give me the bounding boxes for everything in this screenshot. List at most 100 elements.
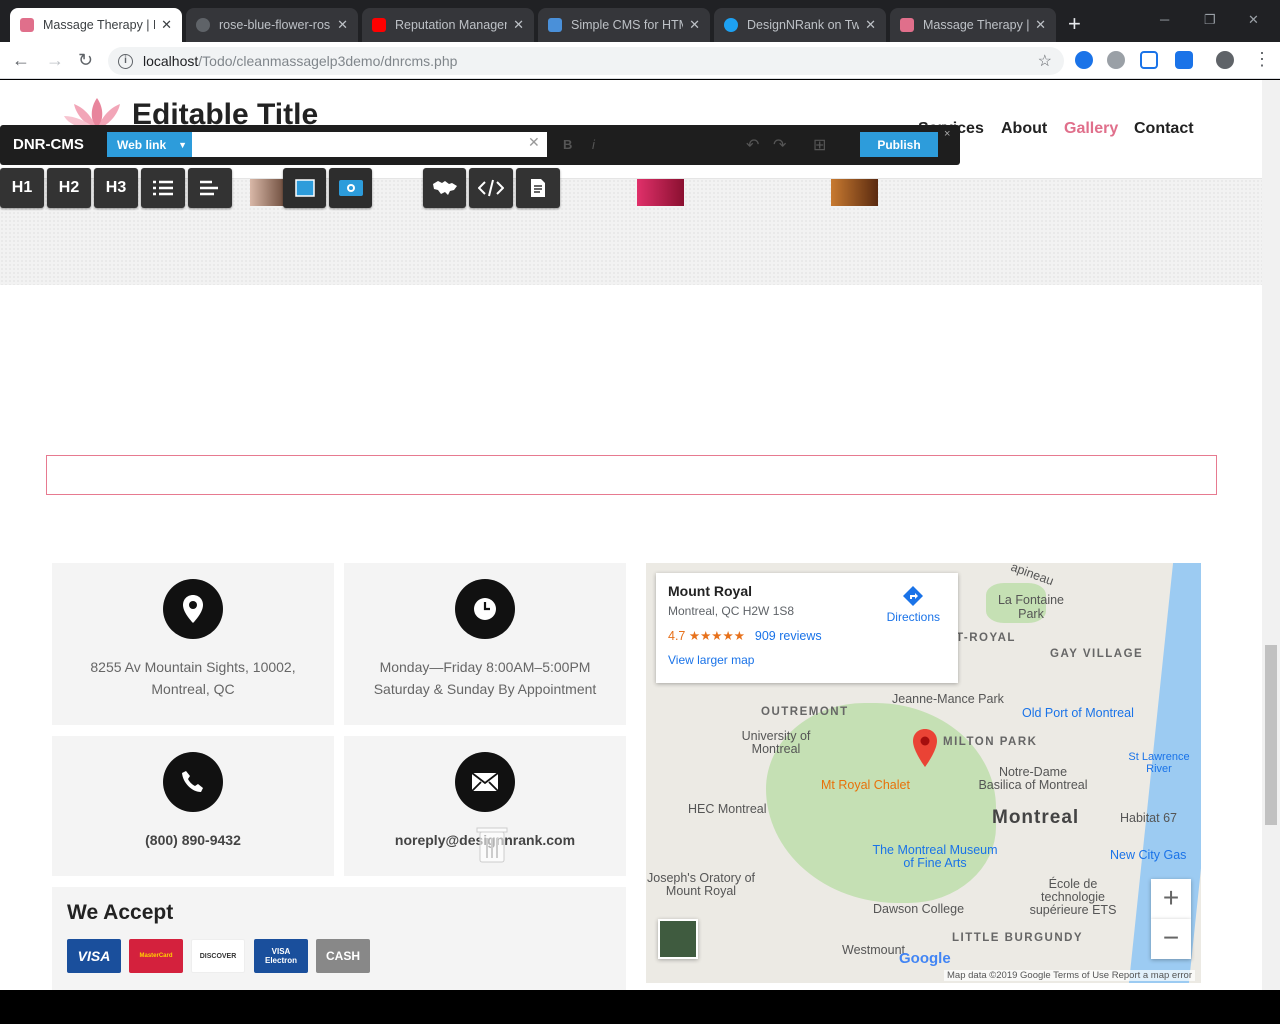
- gallery-thumbnail[interactable]: [637, 179, 684, 206]
- bookmark-star-icon[interactable]: ☆: [1038, 51, 1052, 71]
- browser-toolbar: ← → ↻ i localhost/Todo/cleanmassagelp3de…: [0, 42, 1280, 79]
- code-icon: [478, 179, 504, 197]
- link-type-dropdown[interactable]: Web link ▼: [107, 132, 192, 157]
- video-button[interactable]: [329, 168, 372, 208]
- h3-button[interactable]: H3: [94, 168, 138, 208]
- map-label-royal: T-ROYAL: [956, 632, 1016, 644]
- tab-reputation-manager[interactable]: Reputation Manager ✕: [362, 8, 534, 42]
- map-label-outremont: OUTREMONT: [761, 706, 849, 718]
- nav-gallery[interactable]: Gallery: [1064, 120, 1118, 138]
- map-attribution: Map data ©2019 Google Terms of Use Repor…: [944, 970, 1195, 981]
- sitemap-icon[interactable]: ⊞: [813, 135, 826, 155]
- address-line-1: 8255 Av Mountain Sights, 10002,: [90, 659, 296, 675]
- map-label-milton-park: MILTON PARK: [943, 736, 1038, 748]
- h1-button[interactable]: H1: [0, 168, 44, 208]
- map-reviews-link[interactable]: 909 reviews: [755, 629, 822, 643]
- close-tab-icon[interactable]: ✕: [865, 17, 876, 33]
- phone-icon: [163, 752, 223, 812]
- restore-icon[interactable]: ❐: [1204, 12, 1216, 28]
- gallery-thumbnail[interactable]: [831, 179, 878, 206]
- gallery-thumbnail[interactable]: [250, 179, 286, 206]
- info-icon[interactable]: i: [118, 53, 133, 69]
- undo-icon[interactable]: ↶: [746, 135, 759, 155]
- map-label-gay-village: GAY VILLAGE: [1050, 648, 1144, 660]
- reload-icon[interactable]: ↻: [78, 50, 93, 71]
- phone-number[interactable]: (800) 890-9432: [52, 829, 334, 851]
- page-scrollbar-track[interactable]: [1262, 80, 1280, 990]
- tab-massage-therapy-2[interactable]: Massage Therapy | F ✕: [890, 8, 1056, 42]
- map-label-jeanne-mance: Jeanne-Mance Park: [892, 692, 1004, 706]
- extension-icon[interactable]: [1107, 51, 1125, 69]
- tab-title: DesignNRank on Twi: [747, 18, 860, 32]
- clear-input-icon[interactable]: ✕: [528, 134, 540, 151]
- map-label-ets: École de technologie supérieure ETS: [1029, 877, 1117, 917]
- tab-rose-flower[interactable]: rose-blue-flower-ros ✕: [186, 8, 358, 42]
- map-label-hec: HEC Montreal: [688, 802, 767, 816]
- document-button[interactable]: [516, 168, 560, 208]
- tab-massage-therapy[interactable]: Massage Therapy | F ✕: [10, 8, 182, 42]
- link-type-label: Web link: [117, 137, 167, 152]
- nav-contact[interactable]: Contact: [1134, 120, 1194, 138]
- window-close-icon[interactable]: ✕: [1248, 12, 1259, 28]
- map-zoom-in-button[interactable]: +: [1151, 879, 1191, 919]
- page-scrollbar-thumb[interactable]: [1265, 645, 1277, 825]
- publish-button[interactable]: Publish: [860, 132, 938, 157]
- taskbar-area: [0, 990, 1280, 1024]
- link-url-input[interactable]: [192, 132, 547, 157]
- image-icon: [294, 179, 315, 197]
- map-button[interactable]: [423, 168, 466, 208]
- redo-icon[interactable]: ↷: [773, 135, 786, 155]
- code-button[interactable]: [469, 168, 513, 208]
- editable-drop-zone[interactable]: [46, 455, 1217, 495]
- extension-icon[interactable]: [1075, 51, 1093, 69]
- tab-designnrank-twitter[interactable]: DesignNRank on Twi ✕: [714, 8, 886, 42]
- tab-title: rose-blue-flower-ros: [219, 18, 331, 32]
- align-left-icon: [200, 180, 218, 196]
- map-rating-value: 4.7: [668, 629, 686, 643]
- map-label-museum: The Montreal Museum of Fine Arts: [872, 843, 998, 870]
- tab-title: Simple CMS for HTM: [571, 18, 684, 32]
- minimize-icon[interactable]: ─: [1160, 12, 1169, 27]
- map-marker-icon: [913, 729, 937, 767]
- view-larger-map-link[interactable]: View larger map: [668, 653, 946, 667]
- menu-kebab-icon[interactable]: ⋮: [1253, 49, 1271, 70]
- extension-icon[interactable]: [1140, 51, 1158, 69]
- bold-button[interactable]: B: [563, 137, 572, 152]
- flower-favicon-icon: [20, 18, 34, 32]
- tab-simple-cms[interactable]: Simple CMS for HTM ✕: [538, 8, 710, 42]
- email-card: noreply@designnrank.com: [344, 736, 626, 876]
- image-button[interactable]: [283, 168, 326, 208]
- h2-button[interactable]: H2: [47, 168, 91, 208]
- close-tab-icon[interactable]: ✕: [161, 17, 172, 33]
- address-bar[interactable]: i localhost/Todo/cleanmassagelp3demo/dnr…: [108, 47, 1064, 75]
- directions-label: Directions: [886, 610, 940, 624]
- satellite-toggle-button[interactable]: [658, 919, 698, 959]
- map-zoom-out-button[interactable]: −: [1151, 919, 1191, 959]
- close-tab-icon[interactable]: ✕: [1035, 17, 1046, 33]
- close-tab-icon[interactable]: ✕: [337, 17, 348, 33]
- extension-icon[interactable]: [1175, 51, 1193, 69]
- italic-button[interactable]: i: [592, 137, 595, 152]
- we-accept-heading: We Accept: [67, 901, 174, 924]
- align-left-button[interactable]: [188, 168, 232, 208]
- forward-arrow-icon[interactable]: →: [46, 50, 64, 71]
- back-arrow-icon[interactable]: ←: [12, 50, 30, 71]
- map-label-basilica: Notre-Dame Basilica of Montreal: [978, 765, 1088, 792]
- directions-button[interactable]: Directions: [887, 585, 940, 624]
- new-tab-button[interactable]: +: [1068, 12, 1081, 36]
- close-tab-icon[interactable]: ✕: [513, 17, 524, 33]
- map-label-habitat: Habitat 67: [1120, 811, 1177, 825]
- trash-icon[interactable]: [475, 824, 509, 864]
- google-map[interactable]: OUTREMONT MILTON PARK GAY VILLAGE T-ROYA…: [646, 563, 1201, 983]
- bulleted-list-button[interactable]: [141, 168, 185, 208]
- nav-about[interactable]: About: [1001, 120, 1047, 138]
- map-label-little-burgundy: LITTLE BURGUNDY: [952, 932, 1084, 944]
- directions-icon: [903, 586, 924, 606]
- list-icon: [153, 180, 173, 196]
- cms-close-icon[interactable]: ×: [944, 128, 950, 140]
- close-tab-icon[interactable]: ✕: [689, 17, 700, 33]
- map-label-la-fontaine: La Fontaine Park: [997, 593, 1065, 621]
- profile-avatar-icon[interactable]: [1216, 51, 1234, 69]
- cash-icon: CASH: [316, 939, 370, 973]
- hours-card: Monday—Friday 8:00AM–5:00PM Saturday & S…: [344, 563, 626, 725]
